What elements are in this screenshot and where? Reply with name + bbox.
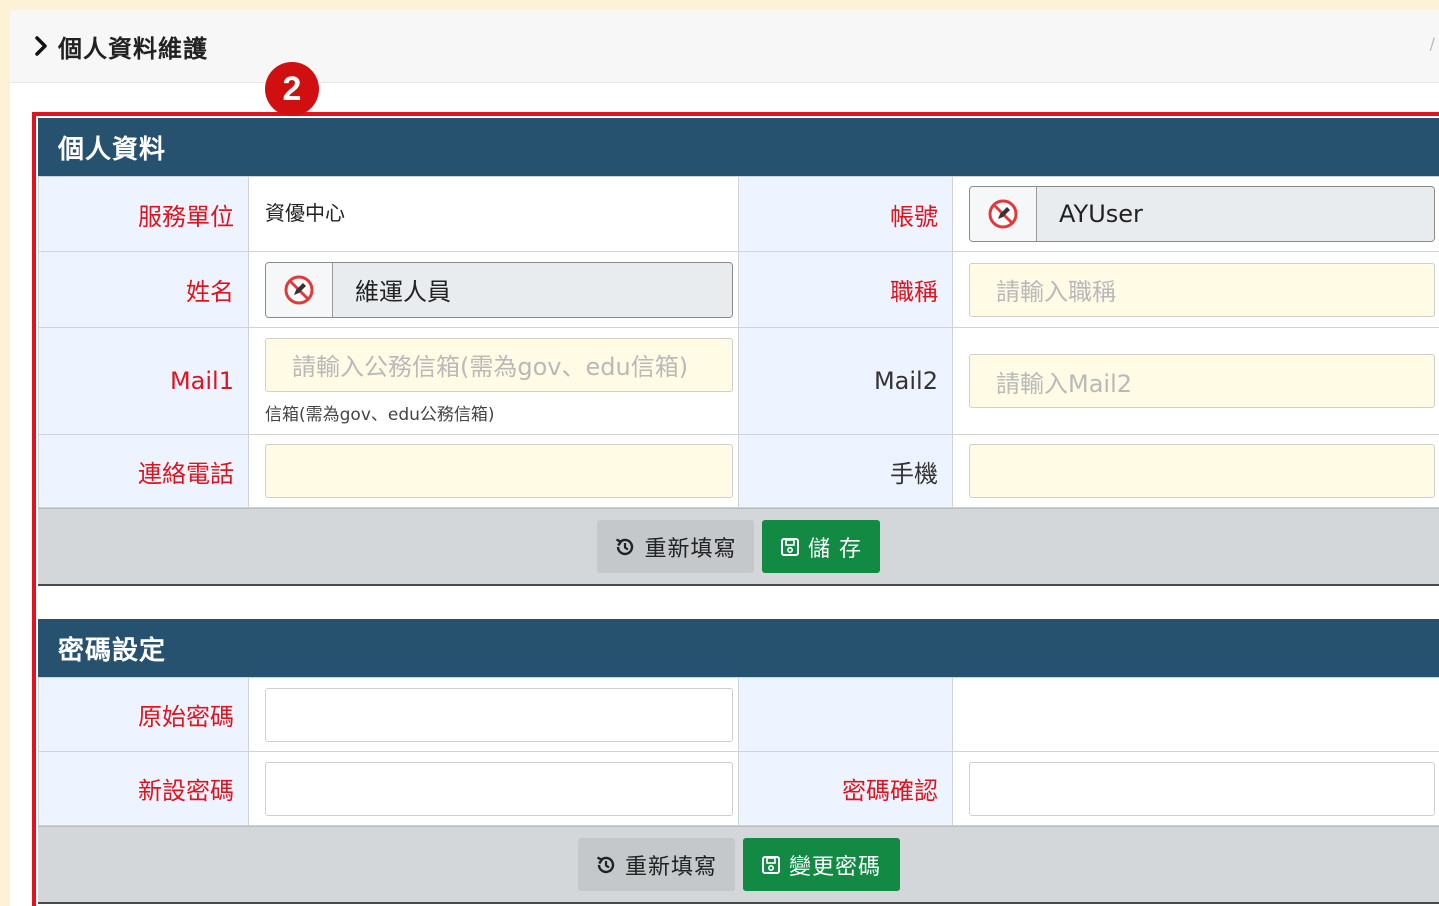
no-edit-icon <box>266 262 333 317</box>
mail1-label: Mail1 <box>38 327 249 435</box>
change-password-button[interactable]: 變更密碼 <box>742 838 900 891</box>
unit-value: 資優中心 <box>265 201 345 225</box>
old-password-input[interactable] <box>265 687 733 742</box>
empty-label-cell <box>738 677 953 752</box>
step-badge: 2 <box>265 62 319 116</box>
old-password-label: 原始密碼 <box>38 677 249 752</box>
change-password-label: 變更密碼 <box>788 854 881 880</box>
breadcrumb-separator: / <box>1429 34 1435 53</box>
password-form: 原始密碼 新設密碼 密碼確認 <box>38 677 1439 826</box>
no-edit-icon <box>970 187 1037 241</box>
mail2-label: Mail2 <box>738 327 953 435</box>
empty-value-cell <box>952 677 1439 752</box>
password-panel-title: 密碼設定 <box>38 619 1439 677</box>
profile-save-label: 儲 存 <box>808 536 862 562</box>
profile-reset-label: 重新填寫 <box>644 536 737 562</box>
mobile-label: 手機 <box>738 434 953 508</box>
unit-label: 服務單位 <box>38 176 249 252</box>
profile-save-button[interactable]: 儲 存 <box>762 520 880 573</box>
confirm-password-input[interactable] <box>969 761 1435 816</box>
phone-label: 連絡電話 <box>38 434 249 508</box>
page-title: 個人資料維護 <box>58 34 208 63</box>
profile-reset-button[interactable]: 重新填寫 <box>597 520 754 573</box>
name-value: 維運人員 <box>333 262 732 317</box>
name-field: 維運人員 <box>265 261 733 318</box>
chevron-right-icon <box>34 36 48 56</box>
phone-input[interactable] <box>265 444 733 498</box>
account-label: 帳號 <box>738 176 953 252</box>
profile-panel: 個人資料 服務單位 資優中心 帳號 AYUser 姓名 維運人員 職稱 請輸入職… <box>38 118 1439 586</box>
history-icon <box>616 537 634 555</box>
account-field: AYUser <box>969 186 1435 242</box>
new-password-label: 新設密碼 <box>38 751 249 826</box>
floppy-disk-icon <box>781 537 799 556</box>
name-label: 姓名 <box>38 251 249 328</box>
floppy-disk-icon <box>761 855 780 874</box>
password-panel: 密碼設定 原始密碼 新設密碼 密碼確認 重新填寫 變更密碼 <box>38 619 1439 904</box>
history-icon <box>596 855 615 873</box>
page-title-bar: 個人資料維護 / <box>10 10 1439 83</box>
account-value: AYUser <box>1037 187 1434 241</box>
mail2-input[interactable]: 請輸入Mail2 <box>969 354 1435 408</box>
mail1-help-text: 信箱(需為gov、edu公務信箱) <box>265 404 495 425</box>
password-reset-button[interactable]: 重新填寫 <box>577 838 735 891</box>
password-actions: 重新填寫 變更密碼 <box>38 826 1439 904</box>
page: 個人資料維護 / 2 個人資料 服務單位 資優中心 帳號 AYUser 姓名 維… <box>10 10 1439 906</box>
profile-actions: 重新填寫 儲 存 <box>38 508 1439 586</box>
mobile-input[interactable] <box>969 444 1435 498</box>
profile-form: 服務單位 資優中心 帳號 AYUser 姓名 維運人員 職稱 請輸入職稱 Mai… <box>38 176 1439 508</box>
profile-panel-title: 個人資料 <box>38 118 1439 176</box>
mail1-input[interactable]: 請輸入公務信箱(需為gov、edu信箱) <box>265 337 733 392</box>
job-title-input[interactable]: 請輸入職稱 <box>969 262 1435 317</box>
job-title-label: 職稱 <box>738 251 953 328</box>
new-password-input[interactable] <box>265 761 733 816</box>
confirm-password-label: 密碼確認 <box>738 751 953 826</box>
password-reset-label: 重新填寫 <box>624 854 717 880</box>
